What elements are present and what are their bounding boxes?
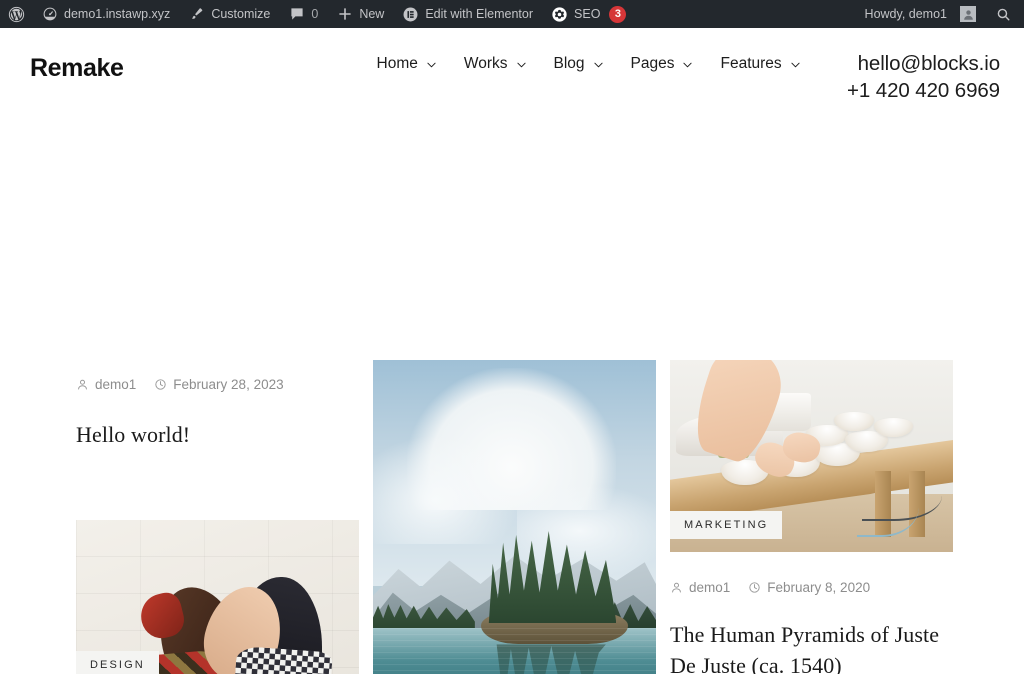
comments-count: 0 (311, 6, 319, 21)
elementor-label: Edit with Elementor (425, 6, 534, 21)
mountain-lake-island-photo (373, 360, 656, 674)
admin-bar-right-group: Howdy, demo1 (856, 0, 1024, 28)
post-author-name: demo1 (95, 377, 137, 392)
post-title[interactable]: The Human Pyramids of Juste De Juste (ca… (670, 619, 953, 674)
site-header: Remake Home Works Blog Pages Features he… (0, 28, 1024, 120)
contact-phone[interactable]: +1 420 420 6969 (847, 77, 1000, 104)
site-name-menu[interactable]: demo1.instawp.xyz (32, 0, 179, 28)
cloud (373, 435, 521, 544)
nav-label: Features (720, 55, 782, 72)
contact-email[interactable]: hello@blocks.io (847, 50, 1000, 77)
post-card-golfers-rubaiyat: DESIGN demo1 (76, 519, 359, 674)
main-navigation: Home Works Blog Pages Features (377, 56, 828, 72)
plus-icon (336, 6, 353, 23)
comments-menu[interactable]: 0 (279, 0, 327, 28)
paintbrush-icon (188, 6, 205, 23)
nav-item-blog[interactable]: Blog (554, 56, 631, 72)
chevron-down-icon (516, 62, 526, 68)
wp-logo-menu[interactable] (0, 0, 32, 28)
post-card-art: ART (373, 360, 656, 674)
nav-item-pages[interactable]: Pages (631, 56, 721, 72)
nav-label: Pages (630, 55, 675, 72)
wordpress-admin-bar: demo1.instawp.xyz Customize 0 New Edit w… (0, 0, 1024, 28)
grid-column-2: ART (373, 120, 656, 674)
admin-bar-search-button[interactable] (985, 0, 1024, 28)
grid-column-3: MARKETING demo1 February 8, 2020 The Hum… (670, 120, 953, 674)
post-card-human-pyramids: MARKETING demo1 February 8, 2020 The Hum… (670, 360, 953, 674)
new-content-menu[interactable]: New (327, 0, 393, 28)
post-date[interactable]: February 8, 2020 (748, 581, 870, 595)
user-icon (76, 378, 89, 391)
nav-item-features[interactable]: Features (720, 56, 827, 72)
new-label: New (359, 6, 385, 21)
post-thumbnail[interactable]: ART (373, 360, 656, 674)
post-author[interactable]: demo1 (670, 581, 730, 595)
comment-bubble-icon (288, 6, 305, 23)
post-meta: demo1 February 28, 2023 (76, 378, 359, 392)
chevron-down-icon (791, 62, 800, 68)
admin-bar-left-group: demo1.instawp.xyz Customize 0 New Edit w… (0, 0, 635, 28)
post-title[interactable]: Hello world! (76, 419, 359, 450)
grid-column-1: demo1 February 28, 2023 Hello world! DES… (76, 120, 359, 674)
user-icon (670, 581, 683, 594)
my-account-menu[interactable]: Howdy, demo1 (856, 0, 985, 28)
seo-gear-icon (551, 6, 568, 23)
post-date-text: February 8, 2020 (767, 580, 871, 595)
nav-label: Works (463, 55, 508, 72)
seo-notification-badge: 3 (609, 5, 627, 23)
post-author[interactable]: demo1 (76, 378, 136, 392)
post-thumbnail[interactable]: DESIGN (76, 519, 359, 674)
post-author-name: demo1 (689, 580, 731, 595)
nav-item-works[interactable]: Works (464, 56, 554, 72)
search-icon (995, 6, 1012, 23)
chevron-down-icon (427, 62, 436, 68)
site-logo[interactable]: Remake (30, 54, 124, 83)
post-card-hello-world: demo1 February 28, 2023 Hello world! (76, 378, 359, 450)
howdy-label: Howdy, demo1 (864, 6, 947, 21)
elementor-icon (402, 6, 419, 23)
site-name-label: demo1.instawp.xyz (64, 6, 171, 21)
customize-label: Customize (211, 6, 271, 21)
masonry-grid: demo1 February 28, 2023 Hello world! DES… (0, 120, 1024, 674)
category-badge[interactable]: DESIGN (76, 650, 159, 674)
seo-label: SEO (574, 6, 601, 21)
clock-icon (748, 581, 761, 594)
header-contact-info: hello@blocks.io +1 420 420 6969 (847, 50, 1000, 105)
customize-menu[interactable]: Customize (179, 0, 279, 28)
blog-post-grid: demo1 February 28, 2023 Hello world! DES… (0, 120, 1024, 674)
edit-with-elementor-button[interactable]: Edit with Elementor (393, 0, 542, 28)
post-date[interactable]: February 28, 2023 (154, 377, 284, 392)
post-meta: demo1 February 8, 2020 (670, 581, 953, 595)
nav-label: Blog (553, 55, 585, 72)
clock-icon (154, 378, 167, 391)
user-avatar-icon (960, 6, 976, 22)
chevron-down-icon (593, 62, 603, 68)
water-ripples (373, 627, 656, 674)
post-thumbnail[interactable]: MARKETING (670, 360, 953, 552)
seo-menu[interactable]: SEO 3 (542, 0, 635, 28)
category-badge[interactable]: MARKETING (670, 511, 783, 539)
dashboard-icon (41, 6, 58, 23)
post-date-text: February 28, 2023 (173, 377, 284, 392)
nav-label: Home (376, 55, 418, 72)
chevron-down-icon (683, 62, 693, 68)
wordpress-logo-icon (8, 6, 25, 23)
nav-item-home[interactable]: Home (377, 56, 464, 72)
